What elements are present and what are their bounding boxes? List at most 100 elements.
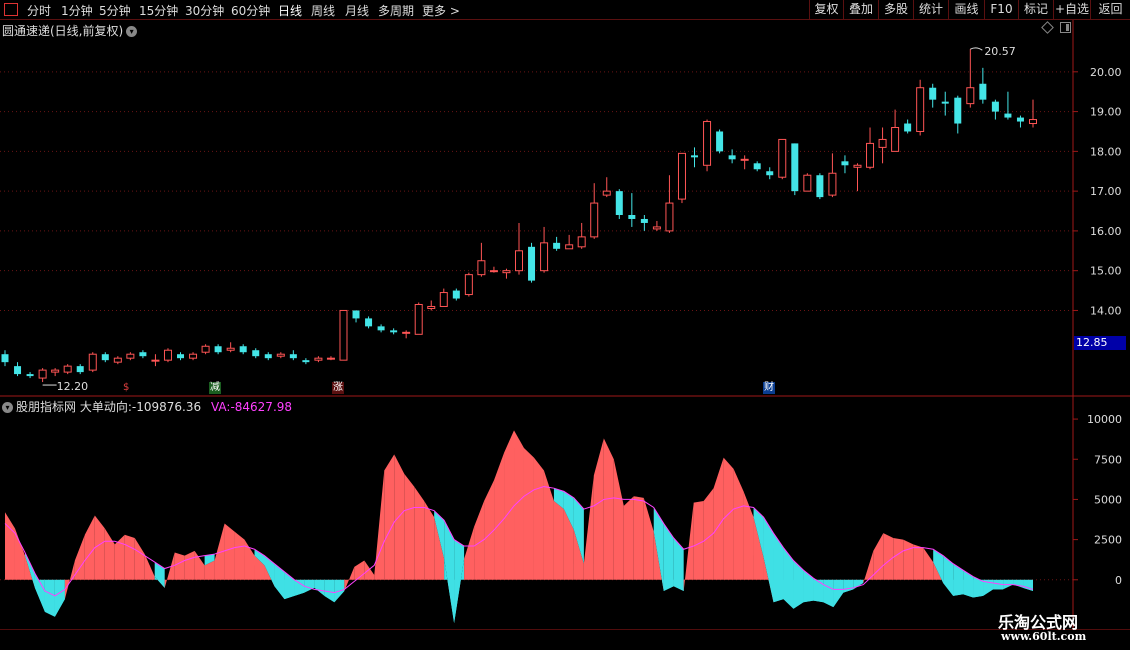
candle-body bbox=[728, 155, 736, 160]
va-gap-fill bbox=[783, 547, 794, 609]
candle-body bbox=[891, 127, 900, 152]
candle-body bbox=[803, 174, 812, 192]
indicator-title-row: ▾ 股朋指标网 大单动向:-109876.36 VA:-84627.98 bbox=[2, 398, 292, 415]
candle-body bbox=[377, 326, 385, 331]
candle-body bbox=[878, 138, 887, 148]
event-marker-3[interactable]: 财 bbox=[763, 382, 775, 394]
va-gap-fill bbox=[973, 576, 984, 598]
price-tick-label: 15.00 bbox=[1090, 265, 1122, 278]
candle-body bbox=[339, 309, 348, 361]
big-order-bar bbox=[124, 534, 135, 580]
candle-body bbox=[51, 369, 60, 373]
big-order-bar bbox=[613, 459, 624, 580]
candle-body bbox=[38, 369, 47, 379]
big-order-bar bbox=[903, 539, 914, 580]
candle-body bbox=[1029, 119, 1037, 125]
va-gap-fill bbox=[673, 538, 684, 592]
candle-body bbox=[853, 164, 862, 168]
watermark-url: www.60lt.com bbox=[1001, 630, 1087, 643]
candle-body bbox=[640, 218, 648, 223]
candle-body bbox=[929, 87, 937, 100]
high-price-label: 20.57 bbox=[984, 45, 1016, 58]
big-order-bar bbox=[244, 539, 255, 580]
va-gap-fill bbox=[34, 573, 45, 612]
va-value: -84627.98 bbox=[230, 400, 293, 414]
big-order-bar bbox=[883, 533, 894, 580]
candle-body bbox=[365, 318, 373, 327]
va-gap-fill bbox=[793, 560, 804, 609]
chevron-down-icon[interactable]: ▾ bbox=[2, 402, 13, 413]
candle-body bbox=[553, 242, 561, 249]
event-marker-2[interactable]: 涨 bbox=[332, 382, 344, 394]
price-tick-label: 14.00 bbox=[1090, 304, 1122, 317]
candle-body bbox=[979, 83, 987, 100]
big-order-bar bbox=[733, 468, 744, 580]
va-gap-fill bbox=[963, 570, 974, 598]
big-order-bar bbox=[364, 560, 375, 580]
price-tick-label: 17.00 bbox=[1090, 185, 1122, 198]
big-order-bar bbox=[693, 501, 704, 580]
big-order-bar bbox=[863, 550, 874, 583]
candle-body bbox=[691, 155, 699, 158]
candle-body bbox=[26, 374, 34, 377]
va-gap-fill bbox=[773, 533, 784, 603]
va-gap-fill bbox=[803, 570, 814, 603]
candle-body bbox=[954, 97, 962, 124]
candle-body bbox=[214, 346, 222, 353]
va-gap-fill bbox=[663, 523, 674, 592]
big-order-bar bbox=[494, 452, 505, 580]
va-gap-fill bbox=[943, 555, 954, 596]
big-order-bar bbox=[174, 552, 185, 580]
price-chart[interactable]: 14.00 15.00 16.00 17.00 18.00 19.00 20.00 20.57… bbox=[0, 0, 1130, 630]
big-order-bar bbox=[84, 515, 95, 580]
event-marker-0[interactable]: $ bbox=[122, 382, 130, 394]
candle-body bbox=[540, 242, 549, 272]
candle-body bbox=[628, 215, 636, 219]
candle-body bbox=[113, 357, 122, 363]
candle-body bbox=[63, 365, 72, 373]
candle-body bbox=[916, 87, 925, 132]
candle-body bbox=[816, 175, 824, 198]
candle-body bbox=[427, 305, 436, 309]
candle-body bbox=[991, 101, 999, 112]
va-gap-fill bbox=[274, 563, 285, 600]
candle-body bbox=[452, 290, 460, 299]
big-order-bar bbox=[104, 528, 115, 580]
candle-body bbox=[302, 360, 310, 363]
va-gap-fill bbox=[983, 581, 994, 596]
candle-body bbox=[677, 152, 686, 200]
candle-body bbox=[439, 292, 448, 307]
big-order-bar bbox=[713, 457, 724, 580]
candle-body bbox=[139, 352, 147, 357]
va-label: VA: bbox=[210, 400, 231, 414]
indicator-source: 股朋指标网 bbox=[16, 400, 77, 414]
candle-body bbox=[665, 202, 674, 232]
big-order-bar bbox=[523, 448, 534, 580]
indicator-tick-label: 5000 bbox=[1094, 493, 1122, 506]
event-marker-1[interactable]: 减 bbox=[209, 382, 221, 394]
candle-body bbox=[1016, 117, 1024, 122]
price-tick-label: 16.00 bbox=[1090, 225, 1122, 238]
candle-body bbox=[101, 354, 109, 361]
low-price-label: 12.20 bbox=[57, 380, 89, 393]
candle-body bbox=[528, 246, 536, 281]
candle-body bbox=[502, 270, 511, 274]
indicator-tick-label: 0 bbox=[1115, 574, 1122, 587]
candle-body bbox=[828, 172, 837, 196]
big-order-bar bbox=[404, 473, 415, 580]
candle-body bbox=[1004, 113, 1012, 118]
big-order-bar bbox=[394, 454, 405, 580]
candle-body bbox=[477, 260, 486, 276]
candle-body bbox=[88, 353, 97, 371]
big-order-bar bbox=[583, 475, 594, 580]
candle-body bbox=[402, 331, 411, 334]
high-arrow bbox=[970, 47, 983, 51]
candle-body bbox=[289, 354, 297, 359]
price-tick-label: 18.00 bbox=[1090, 145, 1122, 158]
big-order-bar bbox=[314, 579, 325, 596]
big-order-bar bbox=[164, 552, 175, 588]
candle-body bbox=[941, 101, 949, 104]
big-order-bar bbox=[633, 496, 644, 580]
candle-body bbox=[226, 347, 235, 351]
big-order-bar bbox=[384, 454, 395, 580]
